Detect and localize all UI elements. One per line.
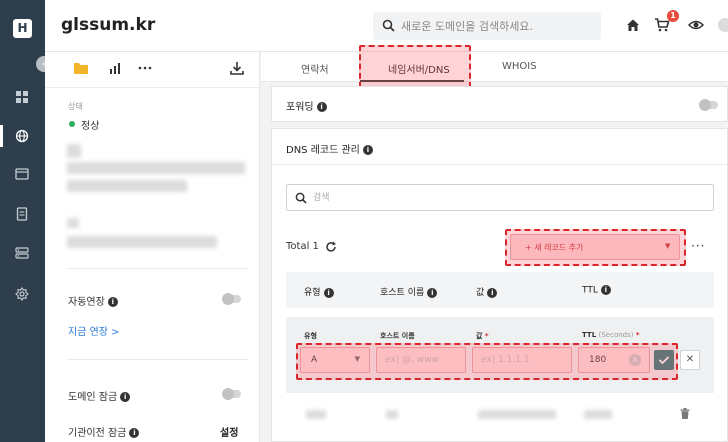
forwarding-toggle[interactable] — [699, 99, 718, 111]
domain-title: glssum.kr — [61, 15, 156, 35]
redacted-block — [386, 410, 398, 419]
download-icon[interactable] — [229, 60, 245, 76]
globe-icon[interactable] — [15, 129, 29, 143]
status-label: 상태 — [68, 102, 83, 111]
auto-renew-label: 자동연장 i — [68, 293, 118, 308]
folder-icon[interactable] — [73, 60, 89, 76]
tab-whois[interactable]: WHOIS — [502, 61, 537, 72]
app-logo[interactable]: H — [13, 19, 32, 38]
more-options-icon[interactable] — [137, 60, 153, 76]
document-icon[interactable] — [15, 207, 29, 221]
info-icon: i — [323, 287, 334, 298]
eye-icon[interactable] — [688, 17, 704, 33]
info-icon: i — [129, 428, 140, 438]
section-divider — [67, 359, 249, 360]
form-highlight-annotation — [296, 343, 678, 380]
domain-lock-label: 도메인 잠금 i — [68, 388, 131, 403]
dashboard-icon[interactable] — [15, 90, 29, 104]
column-header-hostname: 호스트 이름 i — [380, 285, 438, 298]
info-icon: i — [107, 297, 118, 307]
home-icon[interactable] — [625, 17, 641, 33]
info-icon: i — [600, 285, 611, 295]
more-options-icon[interactable]: ··· — [691, 239, 705, 253]
domain-search-input[interactable] — [401, 16, 593, 36]
auto-renew-toggle[interactable] — [222, 293, 241, 305]
redacted-block — [67, 236, 217, 248]
redacted-block — [67, 144, 81, 158]
total-count: Total 1 — [286, 241, 319, 252]
dns-search-input[interactable] — [313, 189, 703, 207]
redacted-block — [478, 410, 556, 419]
browser-window-icon[interactable] — [15, 167, 29, 181]
tab-bar: 연락처 네임서버/DNS WHOIS — [261, 52, 728, 82]
dns-search-box — [286, 184, 714, 211]
forwarding-card: 포워딩 i — [271, 86, 728, 122]
section-divider — [67, 268, 249, 269]
column-header-ttl: TTL i — [582, 285, 611, 296]
redacted-block — [584, 410, 612, 419]
add-record-highlight-annotation — [505, 229, 686, 266]
column-header-type: 유형 i — [304, 285, 334, 298]
domain-info-panel: 상태 정상 자동연장 i 지금 연장 > 도메인 잠금 i 기관이전 잠금 i 설정 — [45, 52, 260, 442]
search-icon — [382, 19, 395, 32]
domain-search-box — [373, 12, 601, 40]
rail-active-indicator — [0, 125, 3, 147]
cancel-record-button[interactable]: ✕ — [680, 350, 700, 370]
domain-lock-toggle[interactable] — [222, 388, 241, 400]
avatar[interactable] — [717, 17, 728, 33]
form-ttl-label: TTL (Seconds) * — [582, 331, 640, 339]
info-icon: i — [362, 145, 373, 155]
redacted-block — [306, 410, 326, 419]
transfer-lock-label: 기관이전 잠금 i — [68, 424, 140, 439]
redacted-block — [67, 180, 187, 192]
tab-contacts[interactable]: 연락처 — [301, 61, 329, 76]
redacted-block — [67, 218, 79, 228]
panel-toolbar — [45, 52, 260, 88]
form-type-label: 유형 — [304, 332, 317, 340]
form-value-label: 값 * — [476, 332, 489, 340]
cart-count-badge: 1 — [667, 10, 679, 22]
status-value: 정상 — [81, 121, 100, 132]
settings-gear-icon[interactable] — [15, 287, 29, 301]
trash-icon[interactable] — [680, 408, 690, 419]
form-host-label: 호스트 이름 — [380, 332, 415, 340]
renew-now-link[interactable]: 지금 연장 > — [68, 323, 120, 338]
column-header-value: 값i — [476, 285, 498, 298]
server-icon[interactable] — [15, 246, 29, 260]
info-icon: i — [316, 102, 327, 112]
card-divider — [272, 164, 727, 165]
transfer-lock-settings-link[interactable]: 설정 — [220, 424, 238, 439]
search-icon — [295, 192, 307, 204]
forwarding-title: 포워딩 i — [286, 98, 327, 113]
stats-bars-icon[interactable] — [107, 60, 123, 76]
info-icon: i — [487, 287, 498, 298]
info-icon: i — [120, 392, 131, 402]
records-table-header: 유형 i 호스트 이름 i 값i TTL i — [286, 272, 714, 308]
dns-records-title: DNS 레코드 관리 i — [286, 141, 373, 156]
refresh-icon[interactable] — [325, 241, 337, 253]
tab-highlight-annotation — [359, 45, 471, 88]
info-icon: i — [427, 287, 438, 298]
status-indicator-dot — [69, 121, 75, 127]
redacted-block — [67, 162, 245, 174]
